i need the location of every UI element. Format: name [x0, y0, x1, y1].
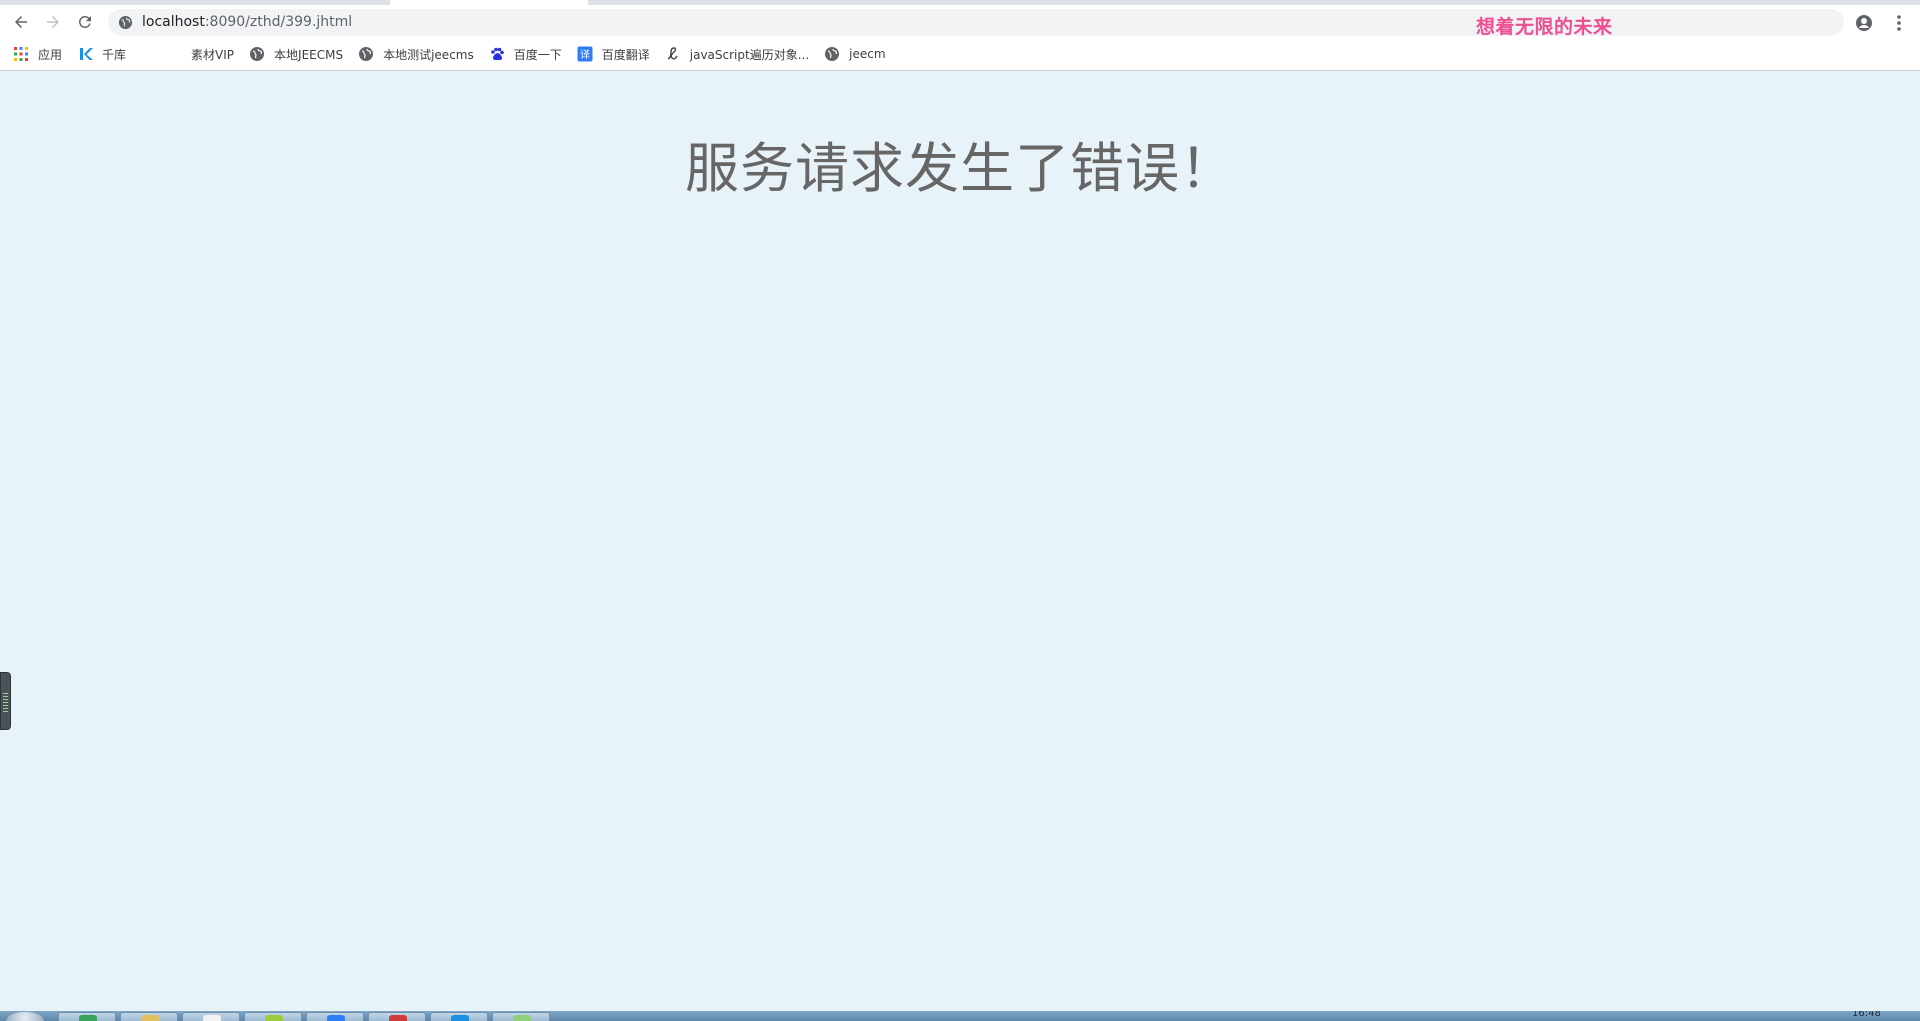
- bookmark-label: 素材VIP: [191, 47, 235, 62]
- bookmark-local-jeecms[interactable]: 本地JEECMS: [249, 42, 343, 66]
- taskbar-app-1[interactable]: [58, 1012, 116, 1021]
- address-bar[interactable]: localhost:8090/zthd/399.jhtml 想着无限的未来: [108, 9, 1844, 38]
- bookmark-label: 千库: [102, 47, 127, 62]
- globe-icon: [824, 46, 840, 62]
- forward-button[interactable]: [40, 9, 66, 35]
- globe-icon: [249, 46, 265, 62]
- bookmark-label: 百度一下: [513, 47, 562, 62]
- side-panel-handle[interactable]: [0, 672, 11, 730]
- os-taskbar: 16:48: [0, 1011, 1920, 1021]
- bookmark-baidu-translate[interactable]: 译 百度翻译: [577, 42, 650, 66]
- bookmark-jeecm[interactable]: jeecm: [824, 42, 886, 66]
- taskbar-app-8[interactable]: [492, 1012, 550, 1021]
- svg-text:译: 译: [580, 49, 590, 61]
- url-text[interactable]: localhost:8090/zthd/399.jhtml: [142, 14, 352, 30]
- qianku-icon: [77, 46, 94, 62]
- bookmark-qianku[interactable]: 千库: [77, 42, 126, 66]
- taskbar-app-3[interactable]: [182, 1012, 240, 1021]
- baidu-paw-icon: [489, 46, 505, 62]
- blank-page-icon: [165, 46, 179, 62]
- browser-toolbar: localhost:8090/zthd/399.jhtml 想着无限的未来: [0, 5, 1920, 38]
- script-icon: [665, 46, 681, 62]
- taskbar-app-2[interactable]: [120, 1012, 178, 1021]
- bookmark-label: 本地测试jeecms: [383, 47, 474, 62]
- taskbar-app-7[interactable]: [430, 1012, 488, 1021]
- bookmark-label: javaScript遍历对象...: [689, 47, 810, 62]
- url-host: localhost: [142, 14, 205, 30]
- globe-icon: [358, 46, 374, 62]
- bookmark-sucai-vip[interactable]: 素材VIP: [165, 42, 234, 66]
- back-arrow-icon: [15, 16, 27, 28]
- bookmark-label: 百度翻译: [601, 47, 650, 62]
- page-content: 服务请求发生了错误！: [0, 72, 1920, 1012]
- reload-button[interactable]: [72, 9, 98, 35]
- apps-grid-icon: [13, 46, 29, 62]
- bookmark-apps[interactable]: 应用: [13, 42, 62, 66]
- bookmarks-bar: 应用 千库 素材VIP 本地JEECMS 本地测试jeecms 百度一下 译 百…: [0, 38, 1920, 71]
- start-button[interactable]: [6, 1012, 44, 1021]
- bookmark-label: 本地JEECMS: [274, 47, 344, 62]
- bookmark-baidu[interactable]: 百度一下: [489, 42, 562, 66]
- url-path: :8090/zthd/399.jhtml: [204, 14, 353, 30]
- bookmark-local-test-jeecms[interactable]: 本地测试jeecms: [358, 42, 474, 66]
- grip-icon: [3, 693, 8, 713]
- bookmark-javascript-traverse[interactable]: javaScript遍历对象...: [665, 42, 809, 66]
- watermark-text: 想着无限的未来: [1476, 16, 1613, 38]
- forward-arrow-icon: [47, 16, 59, 28]
- site-info-icon[interactable]: [118, 15, 133, 30]
- bookmark-label: 应用: [38, 47, 63, 62]
- bookmark-label: jeecm: [849, 47, 886, 61]
- back-button[interactable]: [8, 9, 34, 35]
- baidu-translate-icon: 译: [577, 46, 593, 62]
- taskbar-app-4[interactable]: [244, 1012, 302, 1021]
- profile-icon[interactable]: [1854, 13, 1874, 33]
- browser-menu-icon[interactable]: [1892, 14, 1906, 32]
- taskbar-app-6[interactable]: [368, 1012, 426, 1021]
- error-title: 服务请求发生了错误！: [685, 137, 1235, 200]
- tray-clock[interactable]: 16:48: [1852, 1011, 1881, 1019]
- taskbar-app-5[interactable]: [306, 1012, 364, 1021]
- reload-icon: [78, 15, 91, 28]
